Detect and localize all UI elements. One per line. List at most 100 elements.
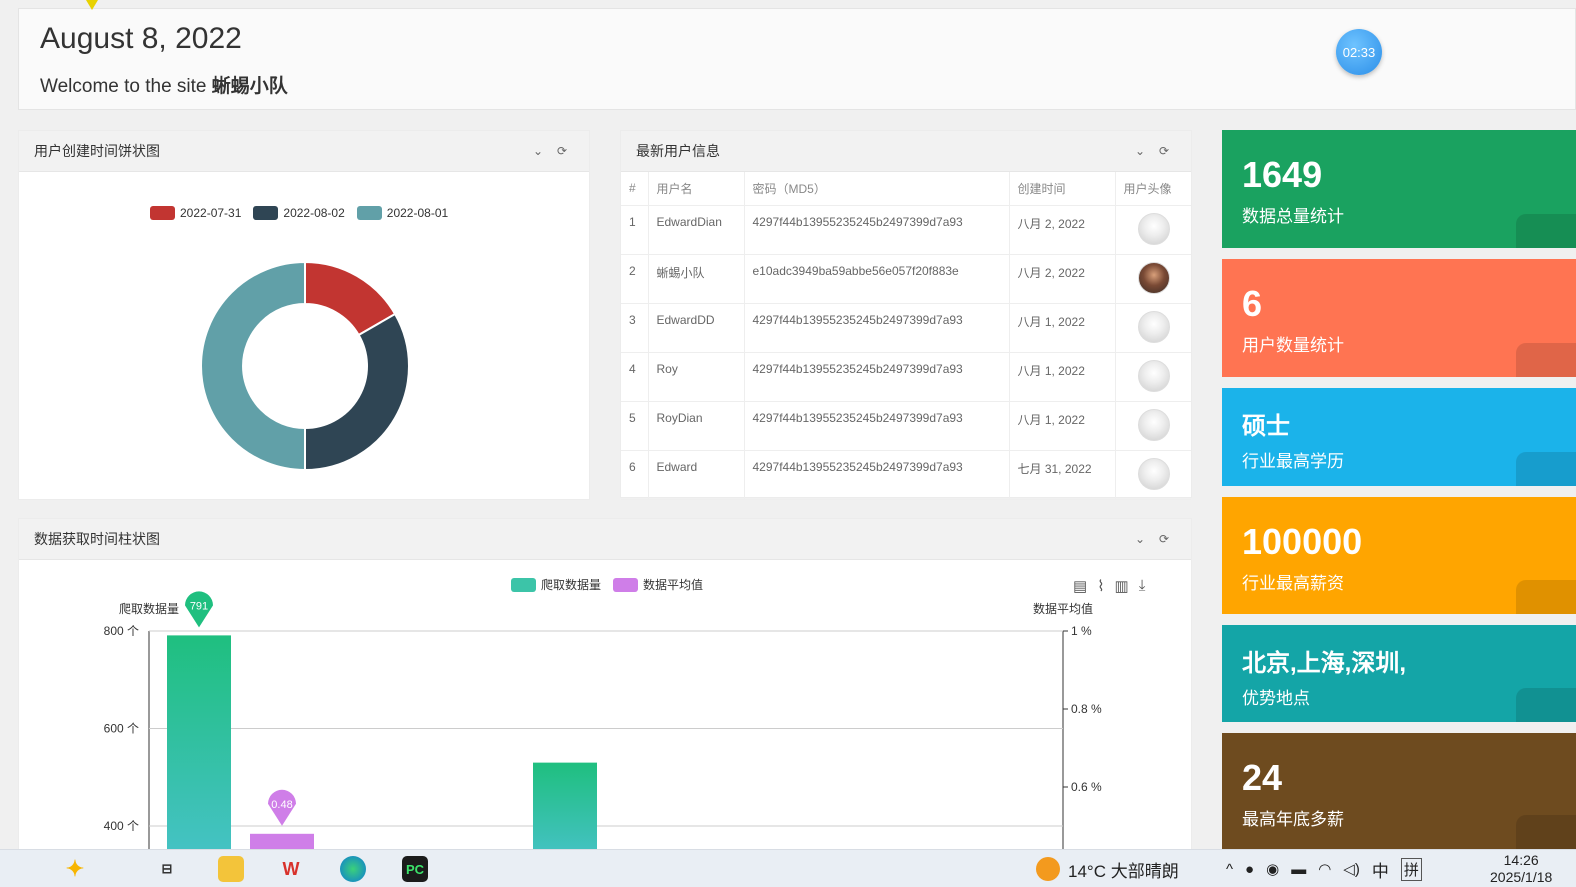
table-row: 4 Roy 4297f44b13955235245b2497399d7a93 八月 1… xyxy=(621,352,1191,402)
row-username: EdwardDD xyxy=(648,303,745,353)
row-avatar-cell xyxy=(1115,205,1191,255)
table-row: 3 EdwardDD 4297f44b13955235245b2497399d7a9… xyxy=(621,303,1191,353)
marker-label: 0.48 xyxy=(271,799,292,811)
row-index: 6 xyxy=(621,450,649,500)
row-avatar-cell xyxy=(1115,401,1191,451)
ime-mode-indicator[interactable]: 拼 xyxy=(1400,857,1422,881)
row-index: 4 xyxy=(621,352,649,402)
stat-watermark-icon xyxy=(1516,815,1576,849)
stat-card[interactable]: 1649 数据总量统计 xyxy=(1222,130,1576,248)
refresh-icon[interactable]: ⟳ xyxy=(1152,144,1176,158)
row-created-date: 八月 1, 2022 xyxy=(1009,352,1116,402)
bar-crawl-count[interactable] xyxy=(533,762,597,859)
volume-icon[interactable]: ◁) xyxy=(1343,860,1360,878)
task-view-icon[interactable]: ⊟ xyxy=(154,856,180,882)
col-index: # xyxy=(621,172,649,206)
microphone-icon[interactable]: ● xyxy=(1245,861,1254,878)
edge-icon[interactable] xyxy=(340,856,366,882)
y2-axis-label: 数据平均值 xyxy=(1033,601,1093,616)
stat-value: 6 xyxy=(1242,283,1263,324)
clock[interactable]: 14:26 2025/1/18 xyxy=(1490,852,1552,886)
table-header-row: # 用户名 密码（MD5） 创建时间 用户头像 xyxy=(621,172,1191,206)
avatar[interactable] xyxy=(1137,359,1170,392)
users-panel: 最新用户信息 ⌄ ⟳ # 用户名 密码（MD5） 创建时间 用户头像 1 Edwa… xyxy=(620,130,1192,500)
bar-crawl-count[interactable] xyxy=(167,635,231,859)
wps-icon[interactable]: W xyxy=(278,856,304,882)
row-password-hash: 4297f44b13955235245b2497399d7a93 xyxy=(744,401,1010,451)
stat-card[interactable]: 100000 行业最高薪资 xyxy=(1222,497,1576,614)
file-explorer-icon[interactable] xyxy=(218,856,244,882)
table-row: 1 EdwardDian 4297f44b13955235245b2497399d7… xyxy=(621,205,1191,255)
team-name: 蜥蜴小队 xyxy=(211,76,288,97)
stat-value: 北京,上海,深圳, xyxy=(1242,650,1407,677)
stat-value: 1649 xyxy=(1242,154,1323,195)
row-index: 1 xyxy=(621,205,649,255)
sun-icon xyxy=(1036,857,1060,881)
y-tick-label: 400 个 xyxy=(104,819,139,833)
row-username: EdwardDian xyxy=(648,205,745,255)
stat-watermark-icon xyxy=(1516,452,1576,486)
taskbar: ✦ ⊟ W PC 14°C 大部晴朗 ^ ● ◉ ▬ ◠ ◁) 中 拼 14:2… xyxy=(0,849,1576,887)
stat-card[interactable]: 6 用户数量统计 xyxy=(1222,259,1576,377)
row-username: Edward xyxy=(648,450,745,500)
timer-badge[interactable]: 02:33 xyxy=(1336,29,1382,75)
row-created-date: 八月 2, 2022 xyxy=(1009,254,1116,304)
greeting-text: Welcome to the site xyxy=(40,76,207,97)
row-username: Roy xyxy=(648,352,745,402)
avatar[interactable] xyxy=(1137,261,1170,294)
ime-indicator[interactable]: 中 xyxy=(1372,857,1389,882)
panel-header: 最新用户信息 ⌄ ⟳ xyxy=(621,131,1191,172)
table-row: 2 蜥蜴小队 e10adc3949ba59abbe56e057f20f883e 八月 … xyxy=(621,254,1191,304)
row-avatar-cell xyxy=(1115,450,1191,500)
col-avatar: 用户头像 xyxy=(1115,172,1191,206)
stat-value: 硕士 xyxy=(1242,413,1290,440)
avatar[interactable] xyxy=(1137,408,1170,441)
row-created-date: 八月 2, 2022 xyxy=(1009,205,1116,255)
y-tick-label: 800 个 xyxy=(104,624,139,638)
pycharm-icon[interactable]: PC xyxy=(402,856,428,882)
row-username: RoyDian xyxy=(648,401,745,451)
users-table: # 用户名 密码（MD5） 创建时间 用户头像 1 EdwardDian 4297f… xyxy=(621,172,1191,500)
stat-watermark-icon xyxy=(1516,580,1576,614)
y2-tick-label: 0.6 % xyxy=(1071,780,1102,794)
weather-text: 14°C 大部晴朗 xyxy=(1068,861,1179,881)
row-created-date: 七月 31, 2022 xyxy=(1009,450,1116,500)
avatar[interactable] xyxy=(1137,457,1170,490)
bar-chart: 400 个600 个800 个0.4 %0.6 %0.8 %1 %爬取数据量数据… xyxy=(104,591,1102,859)
stat-card[interactable]: 24 最高年底多薪 xyxy=(1222,733,1576,849)
stat-value: 100000 xyxy=(1242,521,1363,562)
row-avatar-cell xyxy=(1115,254,1191,304)
wifi-icon[interactable]: ◠ xyxy=(1318,860,1331,878)
copilot-icon[interactable]: ✦ xyxy=(62,856,88,882)
marker-label: 791 xyxy=(190,600,208,612)
stat-watermark-icon xyxy=(1516,214,1576,248)
avatar[interactable] xyxy=(1137,212,1170,245)
pie-slice[interactable] xyxy=(200,260,306,472)
row-avatar-cell xyxy=(1115,303,1191,353)
row-created-date: 八月 1, 2022 xyxy=(1009,401,1116,451)
clock-date: 2025/1/18 xyxy=(1490,869,1553,885)
row-index: 5 xyxy=(621,401,649,451)
battery-icon[interactable]: ▬ xyxy=(1291,861,1306,878)
bar-chart-panel: 数据获取时间柱状图 ⌄ ⟳ 爬取数据量 数据平均值 ▤ ⌇ ▥ ⤓ 400 个6… xyxy=(18,518,1192,859)
welcome-message: Welcome to the site 蜥蜴小队 xyxy=(40,71,288,98)
avatar[interactable] xyxy=(1137,310,1170,343)
app-tray-icon[interactable]: ◉ xyxy=(1266,860,1279,878)
current-date: August 8, 2022 xyxy=(40,22,242,55)
pie-slice[interactable] xyxy=(304,312,410,472)
row-password-hash: e10adc3949ba59abbe56e057f20f883e xyxy=(744,254,1010,304)
stat-card[interactable]: 硕士 行业最高学历 xyxy=(1222,388,1576,486)
table-row: 6 Edward 4297f44b13955235245b2497399d7a93 七… xyxy=(621,450,1191,500)
weather-widget[interactable]: 14°C 大部晴朗 xyxy=(1036,850,1179,887)
mouse-cursor xyxy=(86,0,98,10)
row-index: 2 xyxy=(621,254,649,304)
collapse-icon[interactable]: ⌄ xyxy=(1128,144,1152,158)
stat-watermark-icon xyxy=(1516,343,1576,377)
row-index: 3 xyxy=(621,303,649,353)
stat-value: 24 xyxy=(1242,757,1283,798)
stat-card[interactable]: 北京,上海,深圳, 优势地点 xyxy=(1222,625,1576,722)
y-axis-label: 爬取数据量 xyxy=(119,601,179,616)
chevron-up-icon[interactable]: ^ xyxy=(1226,861,1233,878)
row-created-date: 八月 1, 2022 xyxy=(1009,303,1116,353)
panel-title: 最新用户信息 xyxy=(636,143,720,159)
